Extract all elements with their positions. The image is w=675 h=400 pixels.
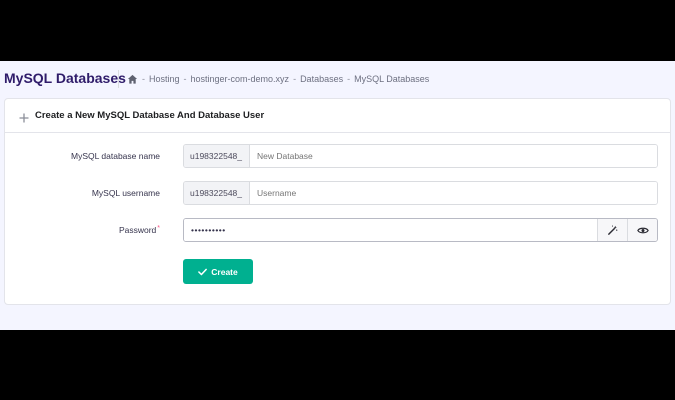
username-input[interactable] (250, 182, 657, 204)
password-label-text: Password (118, 225, 157, 235)
page-title: MySQL Databases (4, 70, 126, 86)
home-icon[interactable] (127, 74, 138, 85)
db-name-label: MySQL database name (71, 151, 160, 161)
breadcrumb-separator: - (183, 74, 187, 84)
breadcrumb: - Hosting - hostinger-com-demo.xyz - Dat… (127, 72, 429, 86)
eye-icon (636, 226, 649, 235)
magic-wand-icon (607, 225, 618, 236)
plus-icon (19, 110, 29, 123)
check-icon (198, 268, 208, 276)
password-label: Password* (119, 225, 160, 235)
generate-password-button[interactable] (597, 219, 627, 241)
required-mark: * (157, 225, 160, 232)
username-prefix: u198322548_ (184, 182, 250, 204)
create-button[interactable]: Create (183, 259, 253, 284)
app-content: MySQL Databases - Hosting - hostinger-co… (0, 61, 675, 330)
show-password-button[interactable] (627, 219, 657, 241)
create-button-label: Create (211, 266, 238, 277)
breadcrumb-separator: - (293, 74, 297, 84)
breadcrumb-separator: - (347, 74, 351, 84)
breadcrumb-item-hosting[interactable]: Hosting (149, 74, 180, 84)
card-header[interactable]: Create a New MySQL Database And Database… (5, 99, 670, 133)
breadcrumb-separator: - (142, 74, 145, 84)
create-database-card: Create a New MySQL Database And Database… (4, 98, 671, 305)
password-group (183, 218, 658, 242)
username-group: u198322548_ (183, 181, 658, 205)
header-divider (118, 70, 119, 88)
db-name-input[interactable] (250, 145, 657, 167)
username-label: MySQL username (91, 188, 160, 198)
breadcrumb-item-mysql-databases: MySQL Databases (354, 74, 430, 84)
breadcrumb-item-databases[interactable]: Databases (300, 74, 343, 84)
password-input[interactable] (184, 219, 597, 241)
page-header: MySQL Databases - Hosting - hostinger-co… (0, 61, 675, 97)
db-name-prefix: u198322548_ (184, 145, 250, 167)
breadcrumb-item-domain[interactable]: hostinger-com-demo.xyz (191, 74, 290, 84)
db-name-group: u198322548_ (183, 144, 658, 168)
card-title: Create a New MySQL Database And Database… (35, 110, 265, 121)
